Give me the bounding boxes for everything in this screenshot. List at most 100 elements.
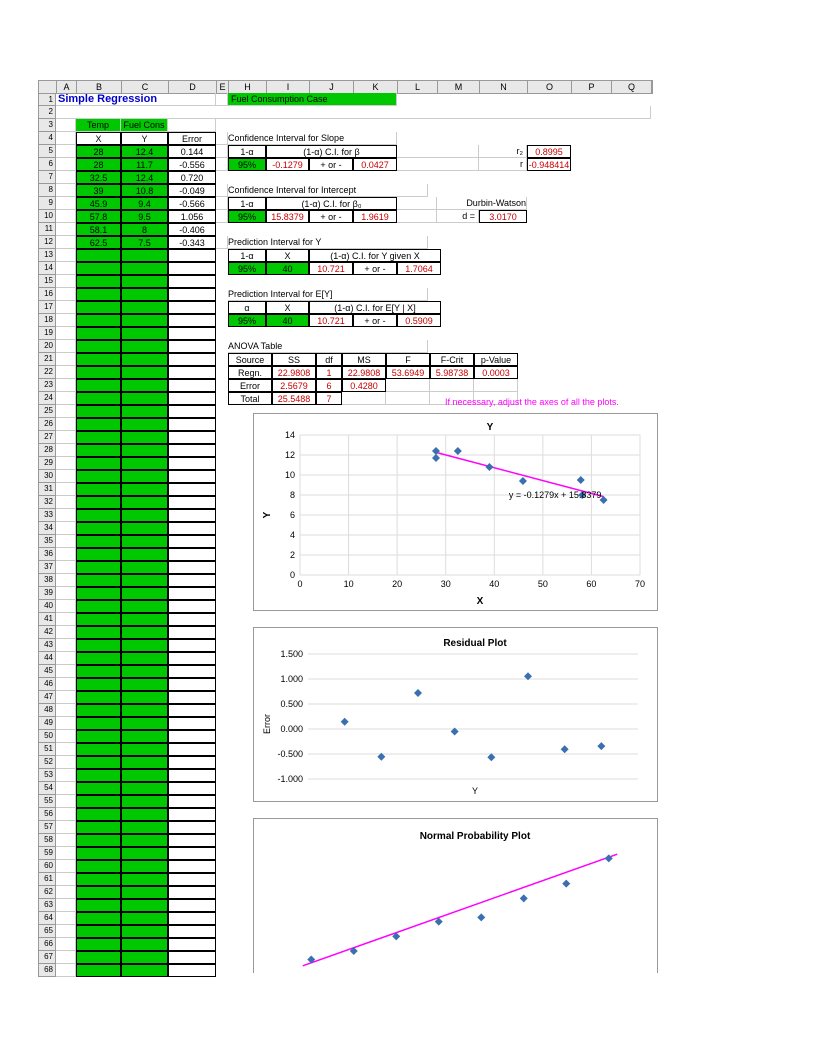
cell-empty[interactable] — [76, 405, 121, 418]
row-45[interactable]: 45 — [38, 665, 56, 678]
row-18[interactable]: 18 — [38, 314, 56, 327]
cell-empty[interactable] — [121, 340, 168, 353]
row-3[interactable]: 3 — [38, 119, 56, 132]
row-53[interactable]: 53 — [38, 769, 56, 782]
cell-empty[interactable] — [121, 600, 168, 613]
row-16[interactable]: 16 — [38, 288, 56, 301]
row-11[interactable]: 11 — [38, 223, 56, 236]
row-36[interactable]: 36 — [38, 548, 56, 561]
col-C[interactable]: C — [122, 81, 169, 93]
row-65[interactable]: 65 — [38, 925, 56, 938]
row-28[interactable]: 28 — [38, 444, 56, 457]
row-63[interactable]: 63 — [38, 899, 56, 912]
cell-empty[interactable] — [121, 899, 168, 912]
cell-empty[interactable] — [121, 353, 168, 366]
cell-empty[interactable] — [76, 795, 121, 808]
col-N[interactable]: N — [480, 81, 528, 93]
cell-empty[interactable] — [76, 314, 121, 327]
cell-empty[interactable] — [121, 405, 168, 418]
cell-empty[interactable] — [121, 496, 168, 509]
row-20[interactable]: 20 — [38, 340, 56, 353]
row-2[interactable]: 2 — [38, 106, 56, 119]
col-M[interactable]: M — [438, 81, 480, 93]
cell-empty[interactable] — [121, 964, 168, 977]
cell-empty[interactable] — [121, 327, 168, 340]
cell-empty[interactable] — [121, 574, 168, 587]
row-40[interactable]: 40 — [38, 600, 56, 613]
cell-empty[interactable] — [121, 704, 168, 717]
row-67[interactable]: 67 — [38, 951, 56, 964]
row-50[interactable]: 50 — [38, 730, 56, 743]
col-J[interactable]: J — [310, 81, 354, 93]
cell-empty[interactable] — [121, 483, 168, 496]
col-P[interactable]: P — [572, 81, 612, 93]
cell-empty[interactable] — [121, 925, 168, 938]
cell-empty[interactable] — [121, 912, 168, 925]
col-B[interactable]: B — [77, 81, 122, 93]
cell-empty[interactable] — [121, 743, 168, 756]
cell-empty[interactable] — [76, 938, 121, 951]
row-15[interactable]: 15 — [38, 275, 56, 288]
cell-empty[interactable] — [121, 561, 168, 574]
cell-empty[interactable] — [76, 275, 121, 288]
row-41[interactable]: 41 — [38, 613, 56, 626]
cell-empty[interactable] — [76, 288, 121, 301]
row-34[interactable]: 34 — [38, 522, 56, 535]
cell-empty[interactable] — [121, 665, 168, 678]
row-52[interactable]: 52 — [38, 756, 56, 769]
cell-empty[interactable] — [121, 652, 168, 665]
row-61[interactable]: 61 — [38, 873, 56, 886]
row-58[interactable]: 58 — [38, 834, 56, 847]
cell-empty[interactable] — [121, 756, 168, 769]
row-38[interactable]: 38 — [38, 574, 56, 587]
cell-empty[interactable] — [76, 470, 121, 483]
cell-empty[interactable] — [121, 509, 168, 522]
cell-empty[interactable] — [121, 418, 168, 431]
cell-empty[interactable] — [121, 314, 168, 327]
row-62[interactable]: 62 — [38, 886, 56, 899]
row-44[interactable]: 44 — [38, 652, 56, 665]
chart-npp[interactable]: Normal Probability Plot — [253, 818, 658, 973]
cell-empty[interactable] — [76, 873, 121, 886]
row-30[interactable]: 30 — [38, 470, 56, 483]
cell-empty[interactable] — [76, 834, 121, 847]
row-47[interactable]: 47 — [38, 691, 56, 704]
row-54[interactable]: 54 — [38, 782, 56, 795]
cell-empty[interactable] — [121, 457, 168, 470]
cell-empty[interactable] — [76, 600, 121, 613]
row-12[interactable]: 12 — [38, 236, 56, 249]
cell-empty[interactable] — [121, 821, 168, 834]
cell-empty[interactable] — [121, 730, 168, 743]
row-57[interactable]: 57 — [38, 821, 56, 834]
col-I[interactable]: I — [267, 81, 310, 93]
row-66[interactable]: 66 — [38, 938, 56, 951]
cell-empty[interactable] — [76, 899, 121, 912]
cell-empty[interactable] — [76, 249, 121, 262]
cell-empty[interactable] — [76, 574, 121, 587]
cell-empty[interactable] — [76, 756, 121, 769]
cell-empty[interactable] — [76, 301, 121, 314]
cell-empty[interactable] — [121, 522, 168, 535]
cell-empty[interactable] — [121, 275, 168, 288]
row-8[interactable]: 8 — [38, 184, 56, 197]
cell-empty[interactable] — [76, 535, 121, 548]
cell-empty[interactable] — [76, 782, 121, 795]
row-25[interactable]: 25 — [38, 405, 56, 418]
chart-residual[interactable]: Residual Plot -1.000-0.5000.0000.5001.00… — [253, 627, 658, 802]
cell-empty[interactable] — [76, 418, 121, 431]
r2-value[interactable]: 0.8995 — [527, 145, 571, 158]
cell-empty[interactable] — [76, 379, 121, 392]
cell-empty[interactable] — [76, 964, 121, 977]
cell-empty[interactable] — [76, 886, 121, 899]
row-60[interactable]: 60 — [38, 860, 56, 873]
row-33[interactable]: 33 — [38, 509, 56, 522]
row-59[interactable]: 59 — [38, 847, 56, 860]
row-39[interactable]: 39 — [38, 587, 56, 600]
cell-empty[interactable] — [121, 613, 168, 626]
cell-empty[interactable] — [121, 860, 168, 873]
row-27[interactable]: 27 — [38, 431, 56, 444]
cell-empty[interactable] — [76, 678, 121, 691]
cell-empty[interactable] — [76, 496, 121, 509]
cell-empty[interactable] — [121, 626, 168, 639]
cell-empty[interactable] — [121, 587, 168, 600]
